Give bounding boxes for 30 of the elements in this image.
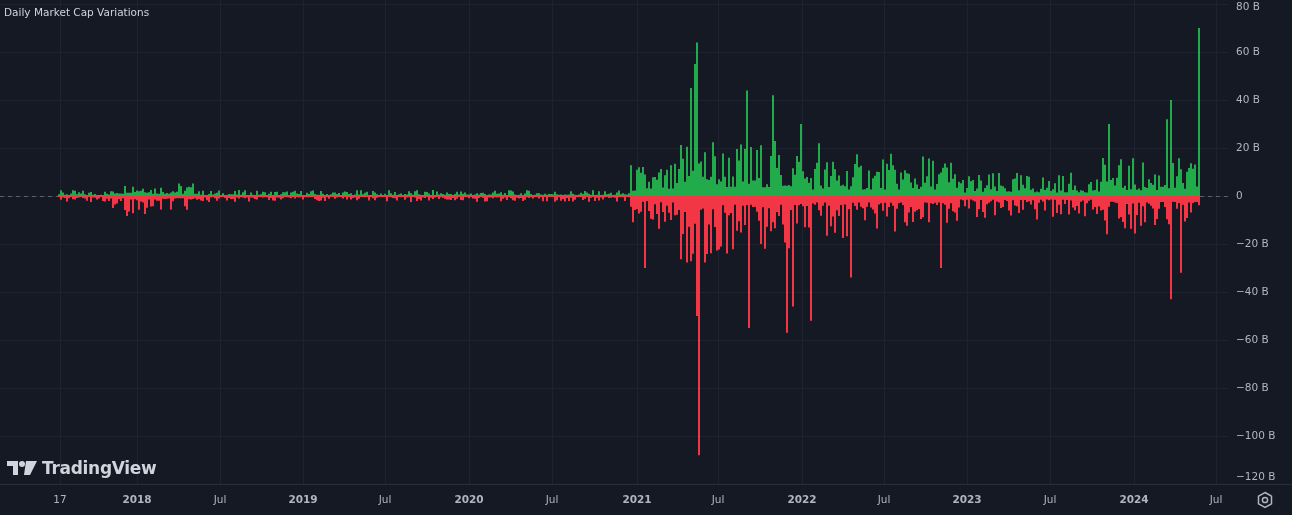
axis-label: 2024 — [1119, 493, 1149, 505]
logo-text: TradingView — [42, 458, 157, 478]
axis-label: 2022 — [787, 493, 817, 505]
axis-label: Jul — [378, 493, 392, 505]
logo-icon — [7, 460, 37, 476]
axis-label: 2020 — [454, 493, 484, 505]
axis-label: 80 B — [1236, 0, 1260, 12]
chart-title: Daily Market Cap Variations — [4, 6, 150, 18]
settings-icon[interactable] — [1256, 491, 1274, 509]
axis-label: Jul — [1043, 493, 1057, 505]
axis-label: −100 B — [1236, 429, 1276, 441]
axis-label: −20 B — [1236, 237, 1269, 249]
axis-label: −40 B — [1236, 285, 1269, 297]
axis-label: 2021 — [622, 493, 652, 505]
axis-label: −60 B — [1236, 333, 1269, 345]
axis-label: Jul — [213, 493, 227, 505]
axis-label: Jul — [711, 493, 725, 505]
axis-label: 40 B — [1236, 93, 1260, 105]
axis-label: −120 B — [1236, 470, 1276, 482]
axis-label: Jul — [877, 493, 891, 505]
axis-label: Jul — [545, 493, 559, 505]
axis-label: 20 B — [1236, 141, 1260, 153]
axis-label: 2019 — [288, 493, 318, 505]
axis-label: −80 B — [1236, 381, 1269, 393]
axis-label: 0 — [1236, 189, 1243, 201]
axis-label: 60 B — [1236, 45, 1260, 57]
axis-label: Jul — [1209, 493, 1223, 505]
axis-label: 2018 — [122, 493, 152, 505]
axis-label: 17 — [53, 493, 67, 505]
axis-label: 2023 — [952, 493, 982, 505]
